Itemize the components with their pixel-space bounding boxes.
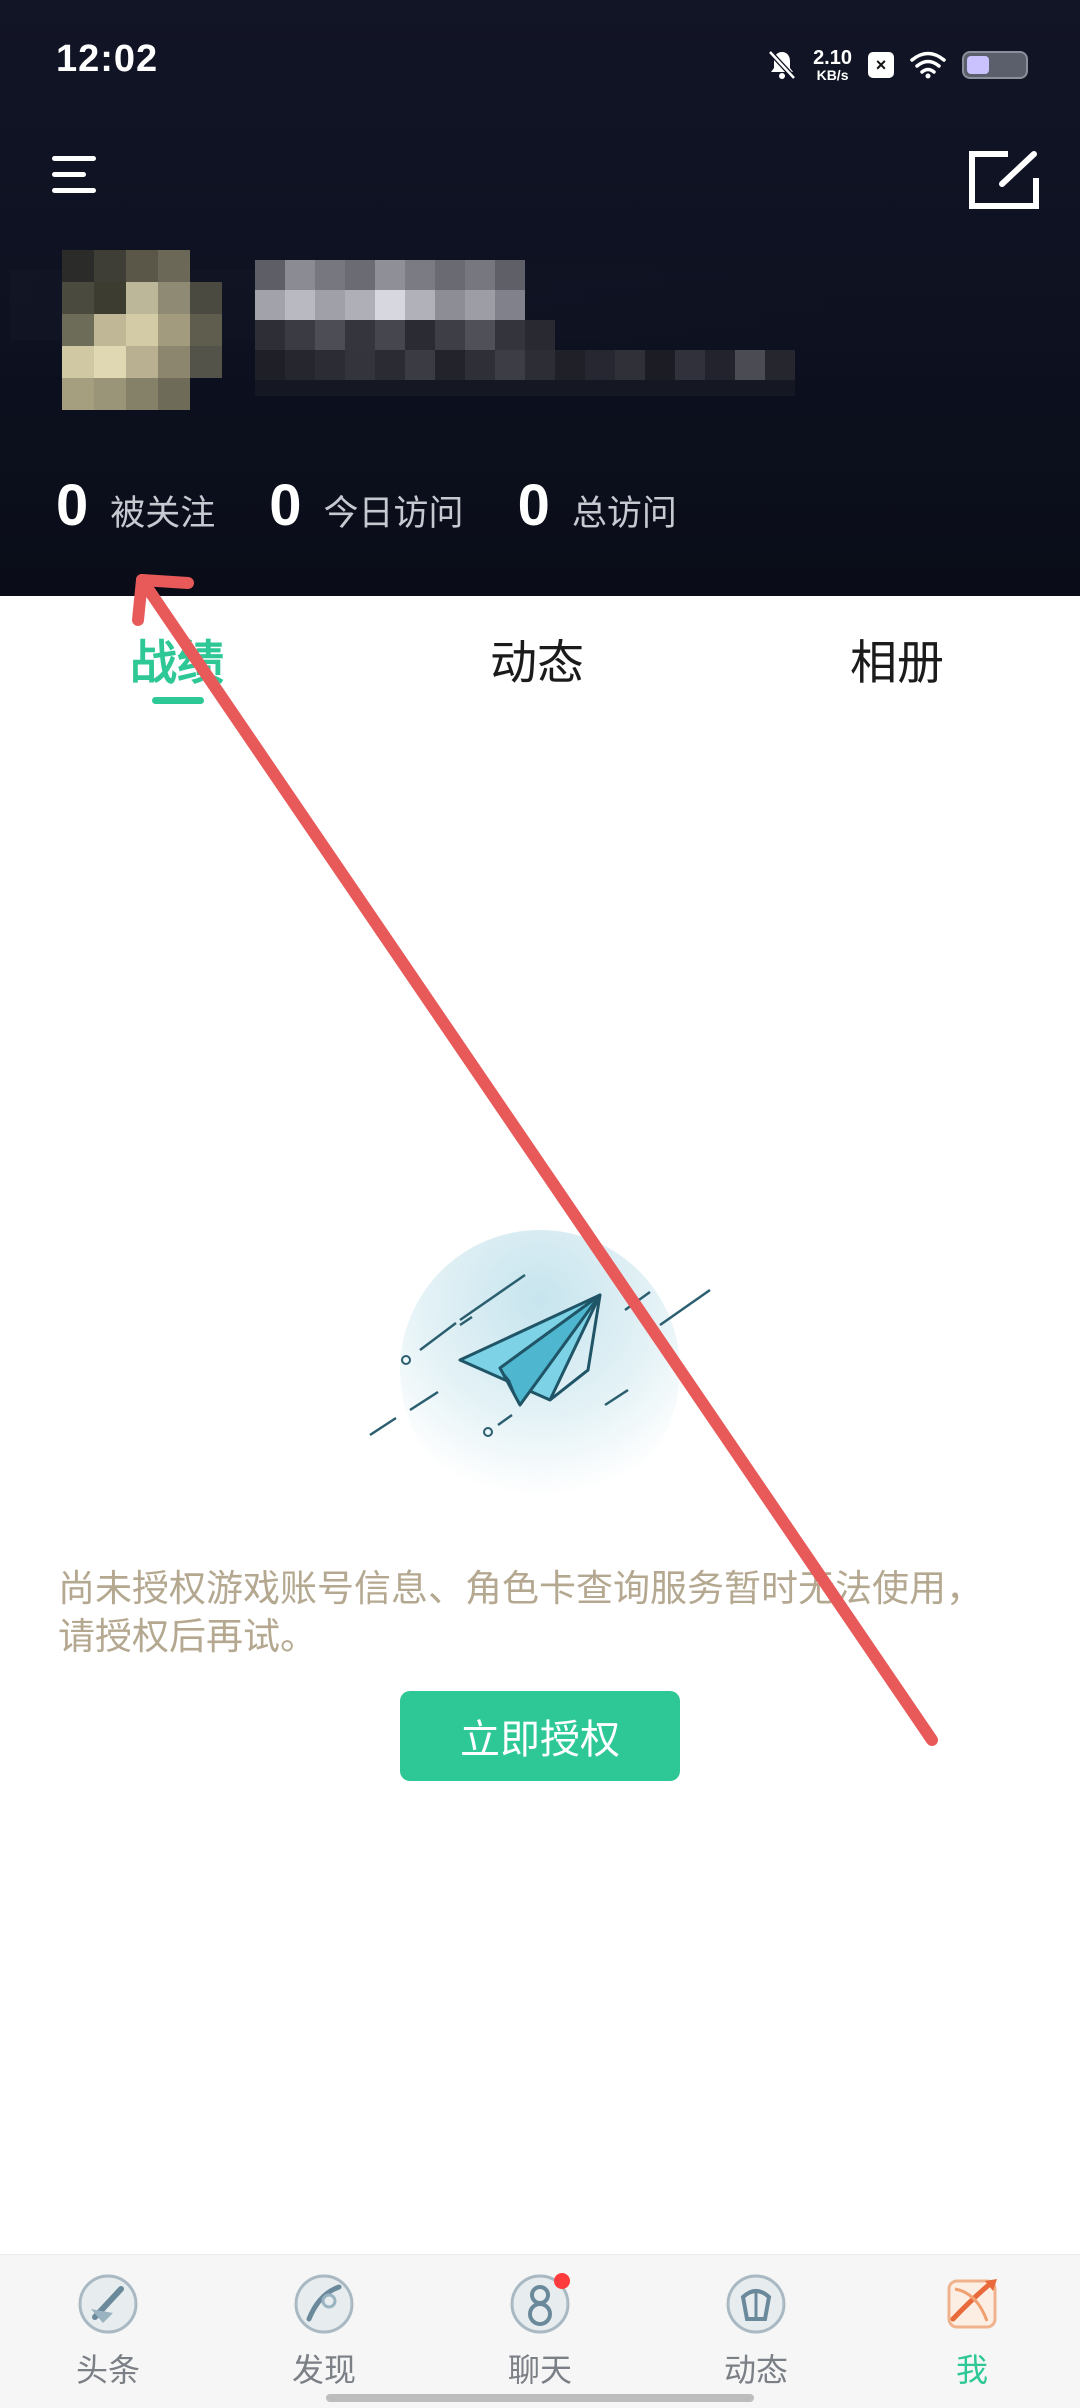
net-speed-value: 2.10 <box>813 47 852 69</box>
tab-feed[interactable]: 动态 <box>490 624 584 693</box>
tab-album[interactable]: 相册 <box>850 624 944 693</box>
mute-bell-icon <box>768 50 796 80</box>
feed-icon <box>726 2274 786 2334</box>
chat-badge-dot <box>554 2273 570 2289</box>
battery-icon <box>962 51 1028 79</box>
headline-icon <box>78 2274 138 2334</box>
me-icon <box>947 2279 997 2329</box>
stat-today-visits-label: 今日访问 <box>323 493 464 534</box>
menu-icon[interactable] <box>52 156 100 200</box>
nav-label-discover: 发现 <box>291 2351 356 2389</box>
home-indicator[interactable] <box>326 2394 754 2402</box>
nav-item-chat[interactable]: 聊天 <box>480 2269 600 2391</box>
paper-plane-icon <box>369 1230 711 1510</box>
profile-tabs: 战绩 动态 相册 <box>0 596 1080 712</box>
discover-icon <box>294 2274 354 2334</box>
profile-stats: 0 被关注 0 今日访问 0 总访问 <box>56 470 731 540</box>
empty-state-message: 尚未授权游戏账号信息、角色卡查询服务暂时无法使用，请授权后再试。 <box>58 1567 983 1658</box>
stat-followers[interactable]: 0 被关注 <box>56 472 215 539</box>
tab-record[interactable]: 战绩 <box>130 624 224 693</box>
x-app-icon: × <box>868 52 894 78</box>
edit-icon[interactable] <box>968 150 1040 210</box>
status-icons: 2.10 KB/s × <box>767 40 1028 90</box>
stat-today-visits[interactable]: 0 今日访问 <box>269 472 463 539</box>
net-speed: 2.10 KB/s <box>813 48 852 82</box>
stat-total-visits-label: 总访问 <box>571 493 677 534</box>
nav-item-feed[interactable]: 动态 <box>696 2269 816 2391</box>
authorize-button[interactable]: 立即授权 <box>400 1691 680 1781</box>
nav-item-me[interactable]: 我 <box>912 2269 1032 2391</box>
status-time: 12:02 <box>56 38 159 80</box>
stat-total-visits-value: 0 <box>517 472 550 538</box>
wifi-icon <box>910 51 946 79</box>
nav-label-headline: 头条 <box>75 2351 140 2389</box>
stat-followers-value: 0 <box>56 472 89 538</box>
stat-total-visits[interactable]: 0 总访问 <box>518 472 677 539</box>
nav-item-discover[interactable]: 发现 <box>264 2269 384 2391</box>
nav-label-feed: 动态 <box>723 2351 788 2389</box>
status-bar: 12:02 2.10 KB/s × <box>0 0 1080 120</box>
profile-header: 12:02 2.10 KB/s × 0 被关注 0 今日访问 0 总访问 <box>0 0 1080 596</box>
stat-followers-label: 被关注 <box>110 493 216 534</box>
blurred-profile-info <box>10 250 840 410</box>
profile-page: 12:02 2.10 KB/s × 0 被关注 0 今日访问 0 总访问 战绩 … <box>0 0 1080 2408</box>
net-speed-unit: KB/s <box>816 67 849 83</box>
nav-label-me: 我 <box>955 2351 988 2389</box>
nav-label-chat: 聊天 <box>507 2351 572 2389</box>
stat-today-visits-value: 0 <box>269 472 302 538</box>
bottom-nav: 头条 发现 聊天 动态 我 <box>0 2254 1080 2408</box>
tab-indicator <box>152 697 204 704</box>
nav-item-headline[interactable]: 头条 <box>48 2269 168 2391</box>
